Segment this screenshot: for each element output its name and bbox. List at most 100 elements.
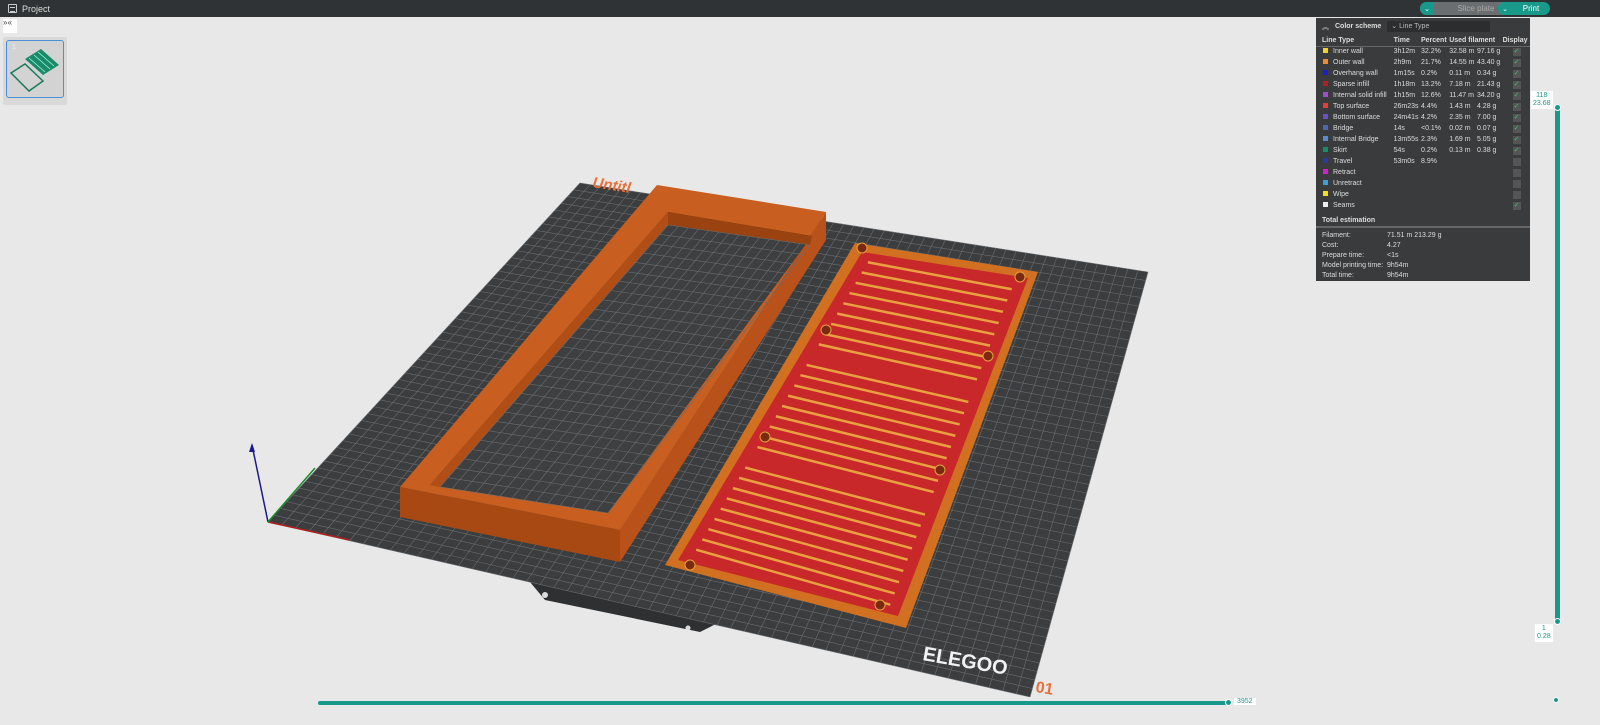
screw-hole — [1014, 271, 1026, 283]
legend-row: Overhang wall 1m15s 0.2% 0.11 m 0.34 g ✓ — [1316, 68, 1530, 79]
time: 53m0s — [1393, 158, 1415, 165]
display-checkbox[interactable] — [1512, 157, 1521, 166]
legend-row: Retract — [1316, 167, 1530, 178]
color-swatch-icon — [1323, 103, 1328, 108]
percent: 8.9% — [1420, 158, 1437, 165]
color-swatch-icon — [1323, 180, 1328, 185]
line-type-table: Line Type Time Percent Used filament Dis… — [1316, 35, 1530, 211]
length — [1449, 189, 1477, 200]
weight: 7.00 g — [1476, 114, 1497, 121]
line-type-name: Outer wall — [1333, 59, 1365, 66]
legend-row: Wipe — [1316, 189, 1530, 200]
display-checkbox[interactable]: ✓ — [1512, 146, 1521, 155]
total-value: <1s — [1387, 251, 1399, 259]
display-checkbox[interactable] — [1512, 168, 1521, 177]
line-type-name: Seams — [1333, 202, 1355, 209]
percent — [1421, 167, 1449, 178]
col-percent: Percent — [1420, 35, 1450, 47]
display-checkbox[interactable]: ✓ — [1512, 102, 1521, 111]
color-swatch-icon — [1323, 81, 1328, 86]
weight — [1477, 178, 1503, 189]
time — [1394, 200, 1421, 211]
weight — [1477, 167, 1503, 178]
display-checkbox[interactable]: ✓ — [1512, 58, 1521, 67]
plate-hole — [685, 625, 691, 631]
length: 7.18 m — [1449, 81, 1471, 88]
legend-panel: ︽ Color scheme ⌄ Line Type Line Type Tim… — [1316, 18, 1530, 281]
legend-row: Sparse infill 1h18m 13.2% 7.18 m 21.43 g… — [1316, 79, 1530, 90]
percent: 21.7% — [1420, 59, 1441, 66]
display-checkbox[interactable] — [1512, 190, 1521, 199]
length — [1449, 178, 1477, 189]
percent: 12.6% — [1420, 92, 1441, 99]
color-swatch-icon — [1323, 191, 1328, 196]
total-value: 4.27 — [1387, 241, 1401, 249]
move-slider[interactable] — [318, 701, 1230, 705]
display-checkbox[interactable]: ✓ — [1512, 201, 1521, 210]
total-row: Cost: 4.27 — [1316, 240, 1530, 250]
total-row: Prepare time: <1s — [1316, 250, 1530, 260]
layer-slider-top-handle[interactable] — [1554, 104, 1561, 111]
line-type-name: Inner wall — [1333, 48, 1363, 56]
legend-row: Unretract — [1316, 178, 1530, 189]
layer-slider-settings-handle[interactable] — [1553, 697, 1559, 703]
display-checkbox[interactable]: ✓ — [1512, 113, 1521, 122]
color-swatch-icon — [1323, 70, 1328, 75]
display-checkbox[interactable]: ✓ — [1512, 91, 1521, 100]
layer-top-label: 118 23.68 — [1531, 91, 1553, 109]
collapse-legend-icon[interactable]: ︽ — [1322, 22, 1329, 32]
move-slider-handle[interactable] — [1225, 699, 1232, 706]
percent — [1421, 189, 1449, 200]
col-line-type: Line Type — [1316, 35, 1394, 47]
total-key: Cost: — [1322, 241, 1339, 249]
line-type-name: Unretract — [1333, 180, 1362, 187]
legend-row: Travel 53m0s 8.9% — [1316, 156, 1530, 167]
legend-row: Inner wall 3h12m 32.2% 32.58 m 97.16 g ✓ — [1316, 46, 1530, 57]
color-swatch-icon — [1323, 125, 1328, 130]
screw-hole — [820, 324, 832, 336]
total-key: Prepare time: — [1322, 251, 1365, 259]
time: 14s — [1393, 125, 1405, 132]
weight: 34.20 g — [1476, 92, 1501, 99]
line-type-name: Top surface — [1333, 103, 1370, 110]
length: 0.11 m — [1449, 70, 1471, 77]
time: 3h12m — [1393, 48, 1416, 56]
display-checkbox[interactable]: ✓ — [1512, 124, 1521, 133]
length: 11.47 m — [1449, 92, 1474, 99]
percent: 4.2% — [1420, 114, 1437, 121]
weight: 43.40 g — [1476, 59, 1501, 66]
display-checkbox[interactable] — [1512, 179, 1521, 188]
layer-slider[interactable] — [1555, 107, 1560, 622]
length — [1449, 167, 1477, 178]
weight — [1477, 189, 1503, 200]
total-row: Total time: 9h54m — [1316, 270, 1530, 280]
time: 13m55s — [1393, 136, 1419, 143]
layer-slider-bottom-handle[interactable] — [1554, 618, 1561, 625]
time: 24m41s — [1393, 114, 1419, 121]
line-type-name: Retract — [1333, 169, 1356, 176]
length: 0.02 m — [1449, 125, 1471, 132]
weight: 0.07 g — [1476, 125, 1497, 132]
display-checkbox[interactable]: ✓ — [1512, 69, 1521, 78]
time — [1394, 167, 1421, 178]
length: 1.69 m — [1449, 136, 1471, 143]
display-checkbox[interactable]: ✓ — [1512, 47, 1521, 56]
total-key: Filament: — [1322, 231, 1351, 239]
line-type-name: Bridge — [1333, 125, 1354, 132]
legend-row: Internal Bridge 13m55s 2.3% 1.69 m 5.05 … — [1316, 134, 1530, 145]
line-type-name: Skirt — [1333, 147, 1347, 154]
color-scheme-select[interactable]: ⌄ Line Type — [1387, 21, 1491, 32]
length: 1.43 m — [1449, 103, 1471, 110]
time: 2h9m — [1393, 59, 1412, 66]
z-axis — [251, 444, 269, 523]
time: 26m23s — [1393, 103, 1419, 110]
percent — [1421, 178, 1449, 189]
screw-hole — [874, 599, 886, 611]
display-checkbox[interactable]: ✓ — [1512, 80, 1521, 89]
layer-bottom-label: 1 0.28 — [1535, 624, 1553, 642]
time: 1m15s — [1393, 70, 1415, 77]
display-checkbox[interactable]: ✓ — [1512, 135, 1521, 144]
percent — [1421, 200, 1449, 211]
length — [1449, 200, 1477, 211]
color-swatch-icon — [1323, 202, 1328, 207]
